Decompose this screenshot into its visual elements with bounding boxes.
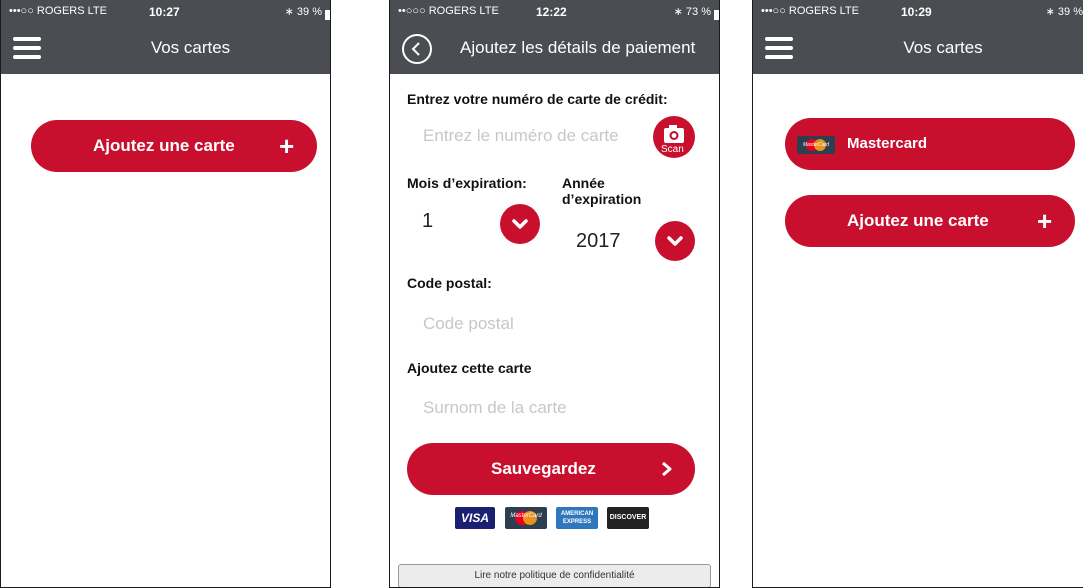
status-bar: ••○○○ ROGERS LTE 12:22 ∗ 73 % — [390, 0, 719, 22]
mastercard-logo-text: MasterCard — [802, 142, 830, 148]
battery-percent: 39 % — [296, 6, 322, 18]
postal-code-input[interactable] — [423, 314, 683, 334]
battery-icon — [714, 10, 719, 20]
carrier-label: •••○○ ROGERS LTE — [761, 5, 859, 17]
amex-logo-text-1: AMERICAN — [560, 511, 594, 517]
screen-vos-cartes-with-card: •••○○ ROGERS LTE 10:29 ∗ 39 % Vos cartes… — [752, 0, 1083, 588]
add-card-button[interactable]: Ajoutez une carte + — [785, 195, 1075, 247]
scan-card-button[interactable]: Scan — [653, 116, 695, 158]
battery-indicator: ∗ 73 % — [673, 5, 719, 20]
carrier-label: ••○○○ ROGERS LTE — [398, 5, 499, 17]
nav-bar: Vos cartes — [753, 22, 1083, 74]
chevron-down-icon — [512, 219, 528, 229]
plus-icon: + — [1037, 206, 1053, 236]
battery-percent: 73 % — [685, 6, 711, 18]
add-card-button[interactable]: Ajoutez une carte + — [31, 120, 317, 172]
scan-label: Scan — [661, 144, 684, 155]
clock: 12:22 — [536, 5, 567, 19]
bluetooth-icon: ∗ — [1045, 6, 1055, 18]
add-card-label: Ajoutez une carte — [93, 136, 235, 155]
card-number-label: Entrez votre numéro de carte de crédit: — [407, 91, 668, 107]
status-bar: •••○○ ROGERS LTE 10:27 ∗ 39 % — [1, 0, 330, 22]
battery-indicator: ∗ 39 % — [284, 5, 330, 20]
chevron-right-icon — [662, 461, 672, 477]
bluetooth-icon: ∗ — [673, 6, 683, 18]
screen-add-payment-details: ••○○○ ROGERS LTE 12:22 ∗ 73 % Ajoutez le… — [389, 0, 720, 588]
mastercard-logo-text: MasterCard — [510, 513, 542, 519]
discover-logo: DISCOVER — [607, 507, 649, 529]
saved-card-label: Mastercard — [847, 135, 928, 152]
screen-vos-cartes-empty: •••○○ ROGERS LTE 10:27 ∗ 39 % Vos cartes… — [0, 0, 331, 588]
clock: 10:29 — [901, 5, 932, 19]
battery-indicator: ∗ 39 % — [1046, 5, 1083, 18]
page-title: Vos cartes — [903, 38, 983, 57]
visa-logo: VISA — [455, 507, 495, 529]
exp-year-dropdown[interactable] — [655, 221, 695, 261]
saved-card-mastercard[interactable]: MasterCard Mastercard — [785, 118, 1075, 170]
mastercard-logo: MasterCard — [505, 507, 547, 529]
amex-logo: AMERICAN EXPRESS — [556, 507, 598, 529]
clock: 10:27 — [149, 5, 180, 19]
privacy-policy-button[interactable]: Lire notre politique de confidentialité — [398, 564, 711, 587]
save-label: Sauvegardez — [491, 459, 596, 478]
bluetooth-icon: ∗ — [284, 6, 294, 18]
add-card-label: Ajoutez une carte — [847, 211, 989, 230]
battery-percent: 39 % — [1057, 6, 1083, 18]
carrier-label: •••○○ ROGERS LTE — [9, 5, 107, 17]
plus-icon: + — [279, 131, 295, 161]
exp-year-label-1: Année — [562, 175, 605, 191]
exp-month-label: Mois d’expiration: — [407, 175, 527, 191]
exp-year-value[interactable]: 2017 — [576, 230, 621, 253]
back-icon[interactable] — [402, 34, 432, 64]
nav-bar: Ajoutez les détails de paiement — [390, 22, 719, 74]
amex-logo-text-2: EXPRESS — [562, 519, 592, 525]
page-title: Ajoutez les détails de paiement — [460, 38, 696, 57]
card-number-input[interactable] — [423, 126, 643, 146]
exp-month-dropdown[interactable] — [500, 204, 540, 244]
card-nickname-label: Ajoutez cette carte — [407, 360, 532, 376]
page-title: Vos cartes — [150, 38, 231, 57]
nav-bar: Vos cartes — [1, 22, 330, 74]
postal-code-label: Code postal: — [407, 275, 492, 291]
card-nickname-input[interactable] — [423, 398, 683, 418]
save-button[interactable]: Sauvegardez — [407, 443, 695, 495]
chevron-down-icon — [667, 236, 683, 246]
mastercard-logo: MasterCard — [797, 136, 835, 154]
battery-icon — [325, 10, 330, 20]
exp-month-value[interactable]: 1 — [422, 210, 433, 233]
exp-year-label-2: d’expiration — [562, 191, 642, 207]
status-bar: •••○○ ROGERS LTE 10:29 ∗ 39 % — [753, 0, 1083, 22]
